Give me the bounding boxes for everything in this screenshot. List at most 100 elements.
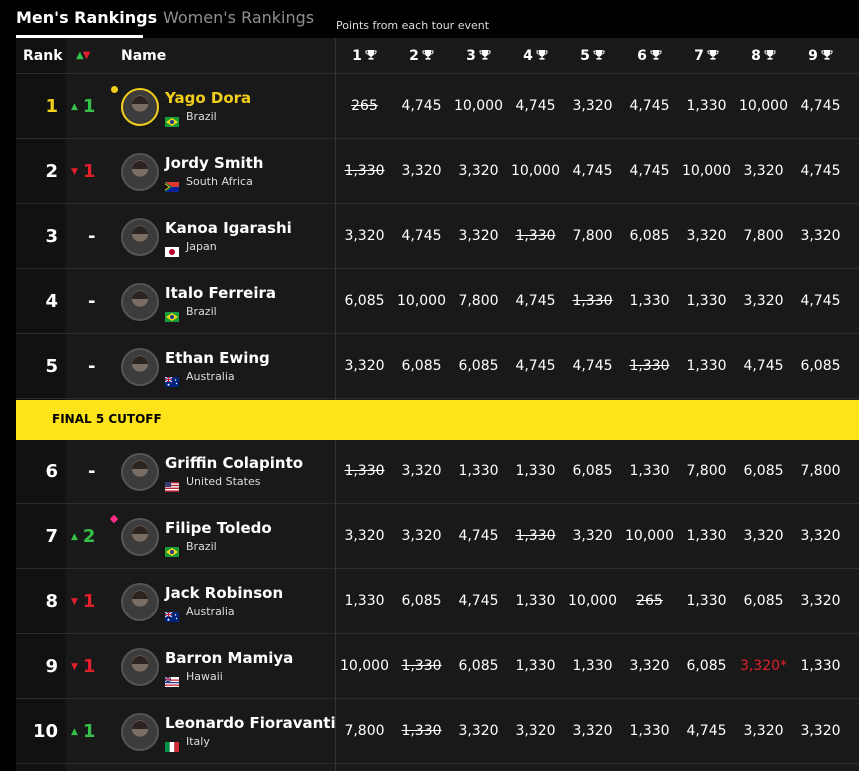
event-score: 3,320	[743, 528, 784, 544]
event-header-8: 8	[735, 48, 792, 65]
south-africa-flag-icon	[165, 177, 179, 192]
event-score: 7,800	[800, 463, 841, 479]
avatar[interactable]	[121, 518, 159, 556]
country-name: Brazil	[186, 540, 217, 553]
event-score: 1,330	[344, 463, 385, 479]
australia-flag-icon	[164, 372, 179, 387]
country-name: Australia	[186, 605, 235, 618]
avatar[interactable]	[121, 713, 159, 751]
movement-value: -	[88, 356, 96, 377]
rank-movement: ▼ 1	[71, 591, 95, 612]
event-header-9: 9	[792, 48, 849, 65]
country-name: United States	[186, 475, 261, 488]
event-score: 3,320	[401, 163, 442, 179]
sort-movement-icon[interactable]: ▲▼	[76, 50, 90, 61]
avatar[interactable]	[121, 348, 159, 386]
table-row[interactable]: 7 ▲ 2 Filipe Toledo Brazil 3,320 3,320 4,745 1,3…	[16, 504, 859, 569]
surfer-name[interactable]: Jordy Smith	[165, 154, 263, 172]
down-arrow-icon: ▼	[71, 662, 78, 672]
event-score: 7,800	[743, 228, 784, 244]
avatar[interactable]	[121, 283, 159, 321]
event-score: 1,330	[515, 593, 556, 609]
event-score: 4,745	[458, 528, 499, 544]
tab-womens-rankings[interactable]: Women's Rankings	[163, 8, 314, 27]
event-number: 9	[808, 48, 818, 64]
event-score: 4,745	[629, 98, 670, 114]
event-score: 1,330	[401, 723, 442, 739]
event-score: 1,330	[344, 163, 385, 179]
event-score: 3,320	[515, 723, 556, 739]
surfer-name[interactable]: Jack Robinson	[165, 584, 283, 602]
table-row[interactable]: 2 ▼ 1 Jordy Smith South Africa 1,330 3,320 3,32…	[16, 139, 859, 204]
italy-flag-icon	[165, 737, 179, 752]
trophy-icon	[479, 49, 491, 65]
avatar[interactable]	[121, 453, 159, 491]
event-score: 6,085	[344, 293, 385, 309]
trophy-icon	[422, 49, 434, 65]
avatar[interactable]	[121, 218, 159, 256]
brazil-flag-icon	[165, 112, 179, 127]
event-score: 10,000	[454, 98, 503, 114]
event-score: 1,330	[515, 528, 556, 544]
up-arrow-icon: ▲	[71, 532, 78, 542]
event-header-3: 3	[450, 48, 507, 65]
tab-mens-rankings[interactable]: Men's Rankings	[16, 8, 157, 27]
movement-value: -	[88, 461, 96, 482]
table-row[interactable]: 9 ▼ 1 Barron Mamiya Hawaii 10,000 1,330 6,085 1,…	[16, 634, 859, 699]
surfer-name[interactable]: Leonardo Fioravanti	[165, 714, 336, 732]
event-score: 3,320	[686, 228, 727, 244]
event-score: 6,085	[743, 463, 784, 479]
event-score: 4,745	[800, 293, 841, 309]
surfer-name[interactable]: Italo Ferreira	[165, 284, 276, 302]
table-row[interactable]: 10 ▲ 1 Leonardo Fioravanti Italy 7,800 1,330 3,…	[16, 699, 859, 764]
avatar[interactable]	[121, 88, 159, 126]
event-number: 7	[694, 48, 704, 64]
trophy-icon	[593, 49, 605, 65]
surfer-name[interactable]: Yago Dora	[165, 89, 251, 107]
table-row[interactable]: 6 - Griffin Colapinto United States 1,330 3,3…	[16, 439, 859, 504]
event-score: 1,330	[629, 723, 670, 739]
event-score: 10,000	[397, 293, 446, 309]
event-score: 10,000	[739, 98, 788, 114]
event-header-5: 5	[564, 48, 621, 65]
event-score: 6,085	[800, 358, 841, 374]
movement-value: 1	[82, 161, 96, 182]
rank-movement: -	[88, 356, 95, 377]
rank-value: 9	[45, 656, 58, 677]
event-score: 6,085	[686, 658, 727, 674]
event-score: 7,800	[344, 723, 385, 739]
event-score: 265	[636, 593, 663, 609]
movement-value: -	[88, 291, 96, 312]
table-row[interactable]: 8 ▼ 1 Jack Robinson Australia 1,330 6,085 4,745…	[16, 569, 859, 634]
surfer-name[interactable]: Griffin Colapinto	[165, 454, 303, 472]
event-number: 8	[751, 48, 761, 64]
table-row[interactable]: 1 ▲ 1 Yago Dora Brazil 265 4,745 10,000 4,745 3,3…	[16, 74, 859, 139]
event-score: 1,330	[458, 463, 499, 479]
event-score: 4,745	[800, 163, 841, 179]
avatar[interactable]	[121, 648, 159, 686]
event-score: 3,320	[800, 528, 841, 544]
event-score: 1,330	[515, 228, 556, 244]
country-name: Brazil	[186, 305, 217, 318]
surfer-name[interactable]: Barron Mamiya	[165, 649, 293, 667]
event-score: 6,085	[458, 358, 499, 374]
event-score: 4,745	[515, 358, 556, 374]
event-score: 10,000	[682, 163, 731, 179]
event-score: 10,000	[568, 593, 617, 609]
surfer-name[interactable]: Ethan Ewing	[165, 349, 270, 367]
event-score: 3,320	[458, 163, 499, 179]
event-score: 1,330	[629, 463, 670, 479]
event-score: 3,320	[800, 228, 841, 244]
rank-header: Rank	[23, 48, 63, 64]
event-score: 1,330	[686, 293, 727, 309]
rankings-table: Rank ▲▼ Name 123456789 1 ▲ 1 Yago Dora Brazi…	[16, 38, 859, 771]
event-score: 3,320	[572, 528, 613, 544]
avatar[interactable]	[121, 583, 159, 621]
surfer-name[interactable]: Kanoa Igarashi	[165, 219, 292, 237]
surfer-name[interactable]: Filipe Toledo	[165, 519, 272, 537]
table-row[interactable]: 4 - Italo Ferreira Brazil 6,085 10,000 7,800 4,…	[16, 269, 859, 334]
avatar[interactable]	[121, 153, 159, 191]
table-row[interactable]: 5 - Ethan Ewing Australia 3,320 6,085 6,085 4,7…	[16, 334, 859, 399]
table-row[interactable]: 3 - Kanoa Igarashi Japan 3,320 4,745 3,320 1,33…	[16, 204, 859, 269]
event-score: 3,320	[800, 723, 841, 739]
